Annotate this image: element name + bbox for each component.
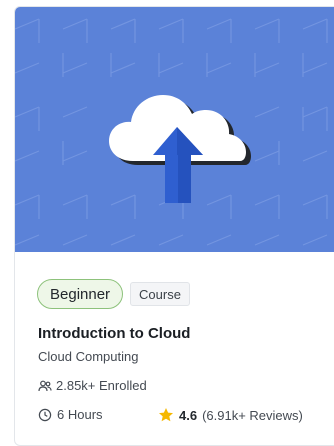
course-duration: 6 Hours bbox=[38, 407, 103, 422]
enrolled-count: 2.85k+ Enrolled bbox=[38, 378, 147, 393]
course-card[interactable]: Beginner Course Introduction to Cloud Cl… bbox=[14, 6, 334, 446]
course-thumbnail[interactable] bbox=[15, 7, 334, 252]
level-badge: Beginner bbox=[37, 279, 124, 309]
course-tags: Beginner Course bbox=[37, 279, 190, 309]
course-title[interactable]: Introduction to Cloud bbox=[38, 325, 190, 342]
star-icon bbox=[158, 407, 174, 423]
rating-value: 4.6 bbox=[179, 407, 198, 423]
clock-icon bbox=[38, 408, 52, 422]
course-subtitle: Cloud Computing bbox=[38, 349, 139, 364]
cloud-upload-icon bbox=[109, 95, 251, 203]
type-badge: Course bbox=[130, 282, 190, 306]
users-icon bbox=[38, 379, 52, 393]
course-rating: 4.6 (6.91k+ Reviews) bbox=[158, 407, 303, 423]
duration-text: 6 Hours bbox=[57, 407, 103, 422]
enrolled-text: 2.85k+ Enrolled bbox=[56, 378, 147, 393]
review-count: (6.91k+ Reviews) bbox=[202, 407, 303, 423]
